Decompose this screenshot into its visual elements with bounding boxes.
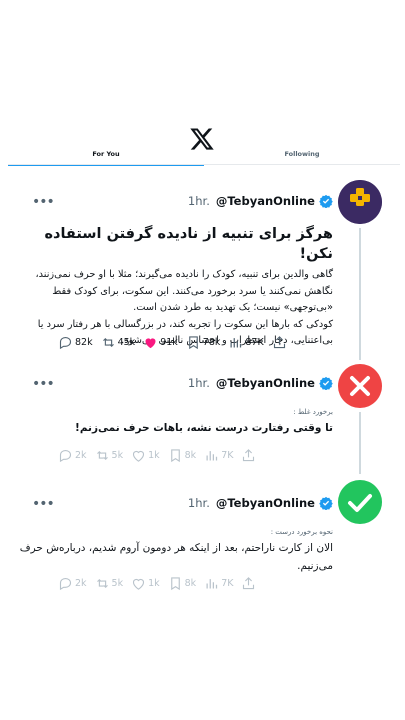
like-button[interactable]: 1k [131, 448, 160, 463]
like-button[interactable]: 91k [143, 335, 178, 350]
bookmark-icon [188, 336, 198, 350]
reply-button[interactable]: 2k [58, 576, 87, 591]
like-count: 1k [148, 450, 160, 461]
views-icon [206, 451, 218, 461]
repost-count: 5k [111, 450, 124, 461]
views-icon [230, 338, 242, 348]
share-icon [273, 336, 285, 349]
tweet-actions: 2k 5k 1k 8k 7K [58, 576, 266, 591]
share-button[interactable] [241, 448, 258, 463]
views-button[interactable]: 7K [204, 448, 233, 463]
repost-icon [96, 450, 108, 461]
share-button[interactable] [272, 335, 289, 350]
bookmark-button[interactable]: 8k [168, 448, 197, 463]
avatar[interactable] [338, 364, 382, 408]
reply-button[interactable]: 82k [58, 335, 93, 350]
avatar[interactable] [338, 180, 382, 224]
repost-button[interactable]: 5k [95, 448, 124, 463]
views-count: 7K [221, 578, 234, 589]
more-options-icon[interactable]: ••• [32, 496, 55, 512]
repost-count: 5k [111, 578, 124, 589]
more-options-icon[interactable]: ••• [32, 376, 55, 392]
tweet-line: «بی‌توجهی» نیست؛ یک تهدید به طرد شدن است… [133, 302, 333, 313]
tweet-time: 1hr. [187, 376, 210, 390]
tweet-title: هرگز برای تنبیه از نادیده گرفتن استفاده … [44, 226, 333, 262]
user-handle[interactable]: @TebyanOnline [216, 194, 315, 208]
share-button[interactable] [241, 576, 258, 591]
avatar[interactable] [338, 480, 382, 524]
tweet-actions: 2k 5k 1k 8k 7K [58, 448, 266, 463]
response-label: نحوه برخورد درست : [270, 528, 333, 536]
tweet-time: 1hr. [187, 496, 210, 510]
tab-following[interactable]: Following [204, 144, 400, 164]
tweet-header: 1hr. @TebyanOnline [188, 496, 333, 510]
tweet-actions: 82k 45k 91k 78k 87K [58, 335, 297, 350]
verified-badge-icon [319, 496, 333, 510]
reply-button[interactable]: 2k [58, 448, 87, 463]
tweet-3[interactable]: ••• 1hr. @TebyanOnline نحوه برخورد درست … [0, 480, 405, 600]
tebyan-logo-icon [338, 180, 382, 224]
verified-badge-icon [319, 194, 333, 208]
bookmark-count: 8k [184, 450, 197, 461]
reply-icon [59, 336, 72, 350]
user-handle[interactable]: @TebyanOnline [216, 496, 315, 510]
tab-for-you[interactable]: For You [8, 144, 204, 166]
views-count: 87K [245, 337, 264, 348]
tweet-line: کودکی که بارها این سکوت را تجربه کند، در… [37, 318, 333, 330]
reply-count: 82k [75, 337, 93, 348]
repost-button[interactable]: 45k [101, 335, 136, 350]
tweet-text: تا وقتی رفتارت درست نشه، باهات حرف نمی‌ز… [75, 422, 333, 434]
bookmark-count: 78k [202, 337, 221, 348]
repost-count: 45k [117, 337, 136, 348]
tabs-divider [8, 164, 400, 165]
heart-icon [133, 450, 145, 462]
repost-icon [96, 578, 108, 589]
bookmark-count: 8k [184, 578, 197, 589]
thread-line [359, 228, 361, 360]
like-count: 1k [148, 578, 160, 589]
share-icon [243, 577, 255, 590]
reply-icon [59, 449, 72, 463]
repost-button[interactable]: 5k [95, 576, 124, 591]
like-button[interactable]: 1k [131, 576, 160, 591]
heart-icon [133, 578, 145, 590]
timeline-tabs: For You Following [8, 144, 400, 166]
response-label: برخورد غلط : [293, 408, 333, 416]
tweet-2[interactable]: ••• 1hr. @TebyanOnline برخورد غلط : تا و… [0, 364, 405, 474]
thread-line [359, 412, 361, 474]
bookmark-button[interactable]: 78k [186, 335, 221, 350]
like-count: 91k [160, 337, 178, 348]
views-count: 7K [221, 450, 234, 461]
bookmark-icon [170, 449, 180, 463]
more-options-icon[interactable]: ••• [32, 194, 55, 210]
tweet-line: گاهی والدین برای تنبیه، کودک را نادیده م… [35, 269, 333, 280]
views-button[interactable]: 87K [228, 335, 264, 350]
tweet-header: 1hr. @TebyanOnline [188, 376, 333, 390]
share-icon [243, 449, 255, 462]
reply-icon [59, 577, 72, 591]
repost-icon [102, 337, 114, 348]
bookmark-button[interactable]: 8k [168, 576, 197, 591]
user-handle[interactable]: @TebyanOnline [216, 376, 315, 390]
verified-badge-icon [319, 376, 333, 390]
tweet-1[interactable]: ••• 1hr. @TebyanOnline هرگز برای تنبیه ا… [0, 180, 405, 360]
tweet-time: 1hr. [187, 194, 210, 208]
tweet-header: 1hr. @TebyanOnline [188, 194, 333, 208]
cross-icon [350, 376, 370, 396]
heart-filled-icon [145, 338, 156, 349]
checkmark-icon [348, 494, 372, 512]
bookmark-icon [170, 577, 180, 591]
reply-count: 2k [75, 450, 87, 461]
tweet-text: الان از کارت ناراحتم، بعد از اینکه هر دو… [19, 542, 333, 572]
views-icon [206, 579, 218, 589]
views-button[interactable]: 7K [204, 576, 233, 591]
tweet-line: نگاهش نمی‌کنند یا سرد برخورد می‌کنند. ای… [52, 285, 333, 297]
reply-count: 2k [75, 578, 87, 589]
